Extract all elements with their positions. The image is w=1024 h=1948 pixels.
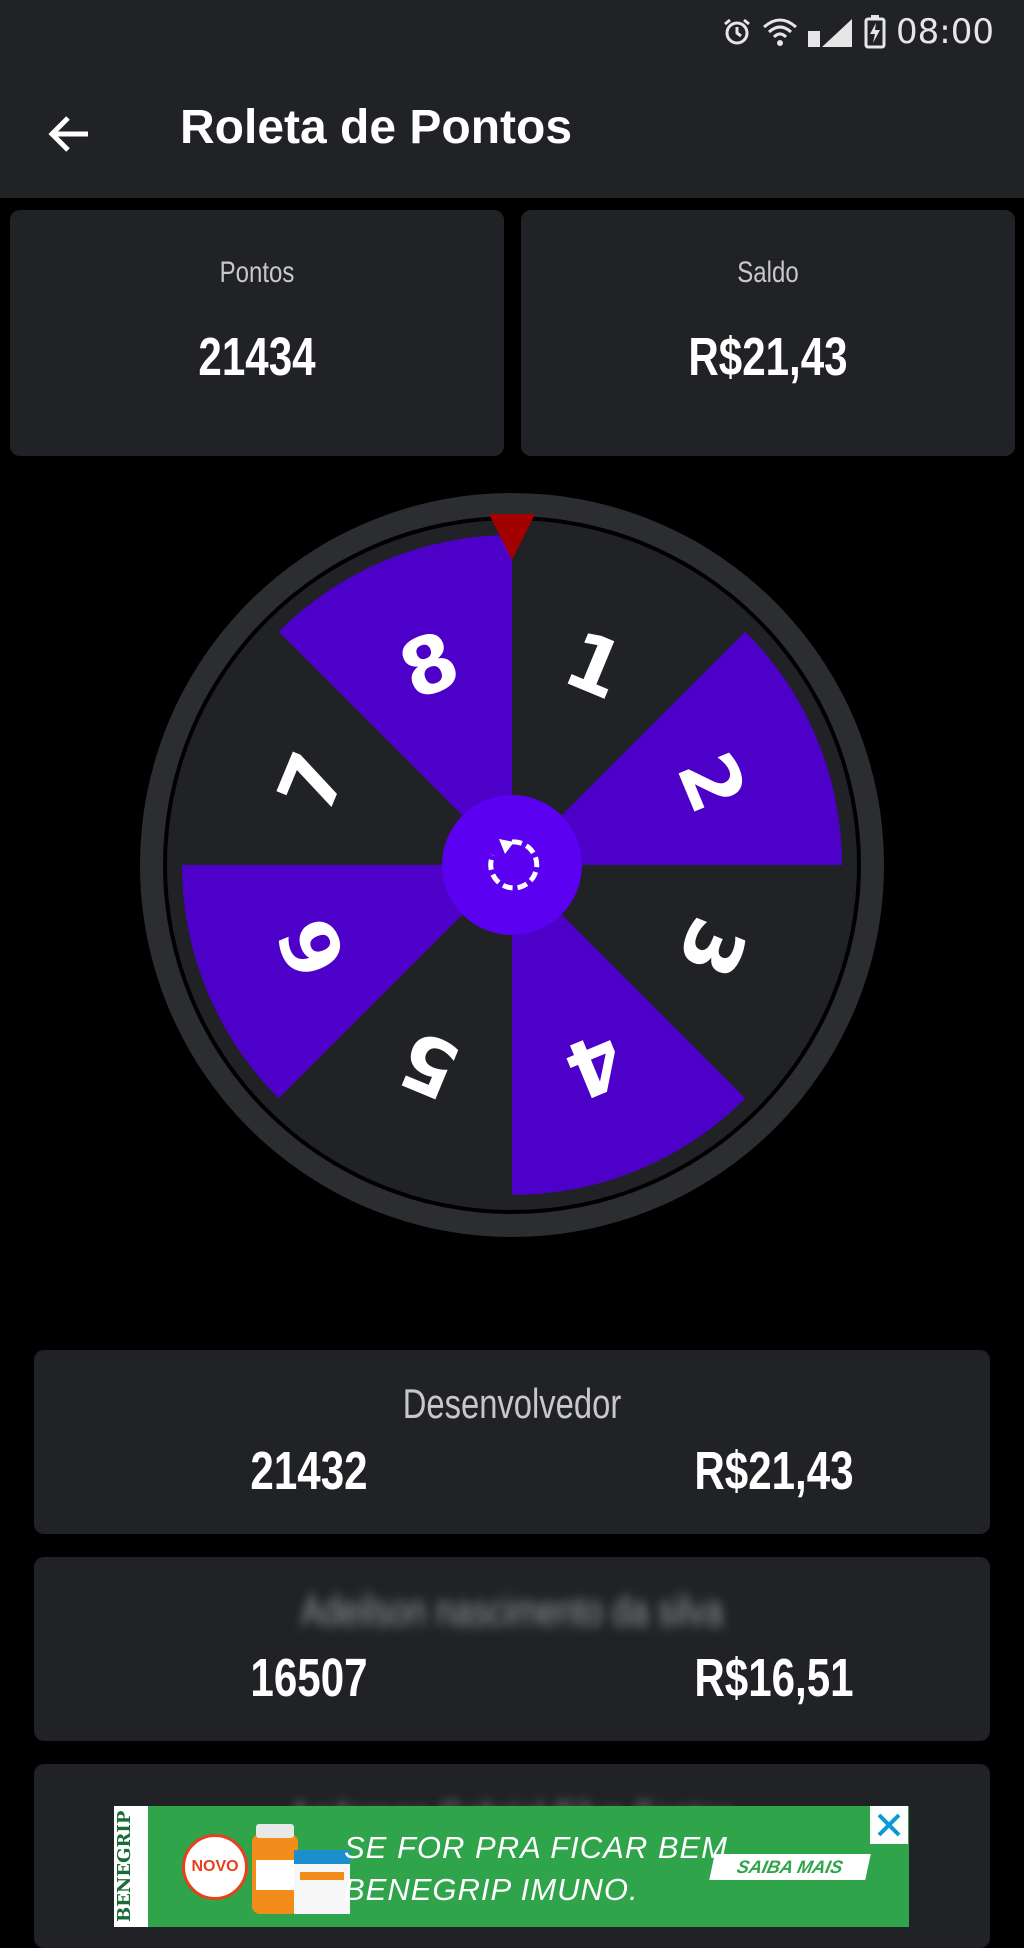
ad-close-button[interactable]	[870, 1806, 908, 1844]
ranking-row: Adeilson nascimento da silva 16507 R$16,…	[34, 1557, 990, 1741]
points-label: Pontos	[219, 256, 295, 289]
arrow-back-icon	[48, 116, 88, 152]
ad-product-image	[252, 1824, 350, 1914]
ad-cta-button[interactable]: SAIBA MAIS	[709, 1854, 871, 1880]
ad-badge: NOVO	[182, 1834, 248, 1900]
ranking-name: Adeilson nascimento da silva	[300, 1587, 724, 1634]
back-button[interactable]	[40, 104, 100, 164]
roulette-wheel[interactable]: 12345678	[137, 490, 887, 1240]
balance-label: Saldo	[737, 256, 799, 289]
status-bar: 08:00	[0, 0, 1024, 64]
alarm-icon	[724, 18, 750, 45]
ranking-money: R$21,43	[694, 1441, 854, 1501]
status-time: 08:00	[896, 12, 994, 52]
ranking-name: Desenvolvedor	[402, 1380, 622, 1427]
ad-headline: SE FOR PRA FICAR BEM,	[344, 1830, 738, 1865]
spin-button[interactable]	[442, 795, 582, 935]
status-icons: 08:00	[722, 10, 994, 54]
ranking-points: 21432	[250, 1441, 368, 1501]
balance-value: R$21,43	[688, 327, 848, 387]
ranking-row: Desenvolvedor 21432 R$21,43	[34, 1350, 990, 1534]
battery-charging-icon	[864, 15, 886, 49]
wifi-icon	[763, 18, 798, 46]
page-title: Roleta de Pontos	[180, 101, 573, 154]
ranking-money: R$16,51	[694, 1648, 854, 1708]
points-value: 21434	[198, 327, 316, 387]
close-icon	[877, 1813, 901, 1837]
ranking-points: 16507	[250, 1648, 368, 1708]
spin-button-bg	[442, 795, 582, 935]
ad-subheadline: BENEGRIP IMUNO.	[344, 1872, 639, 1907]
app-bar: Roleta de Pontos	[0, 64, 1024, 198]
ad-brand: BENEGRIP	[114, 1806, 148, 1927]
points-card: Pontos 21434	[10, 210, 504, 456]
ad-banner[interactable]: BENEGRIP NOVO SE FOR PRA FICAR BEM, BENE…	[114, 1806, 909, 1927]
signal-icon	[808, 19, 853, 47]
balance-card: Saldo R$21,43	[521, 210, 1015, 456]
